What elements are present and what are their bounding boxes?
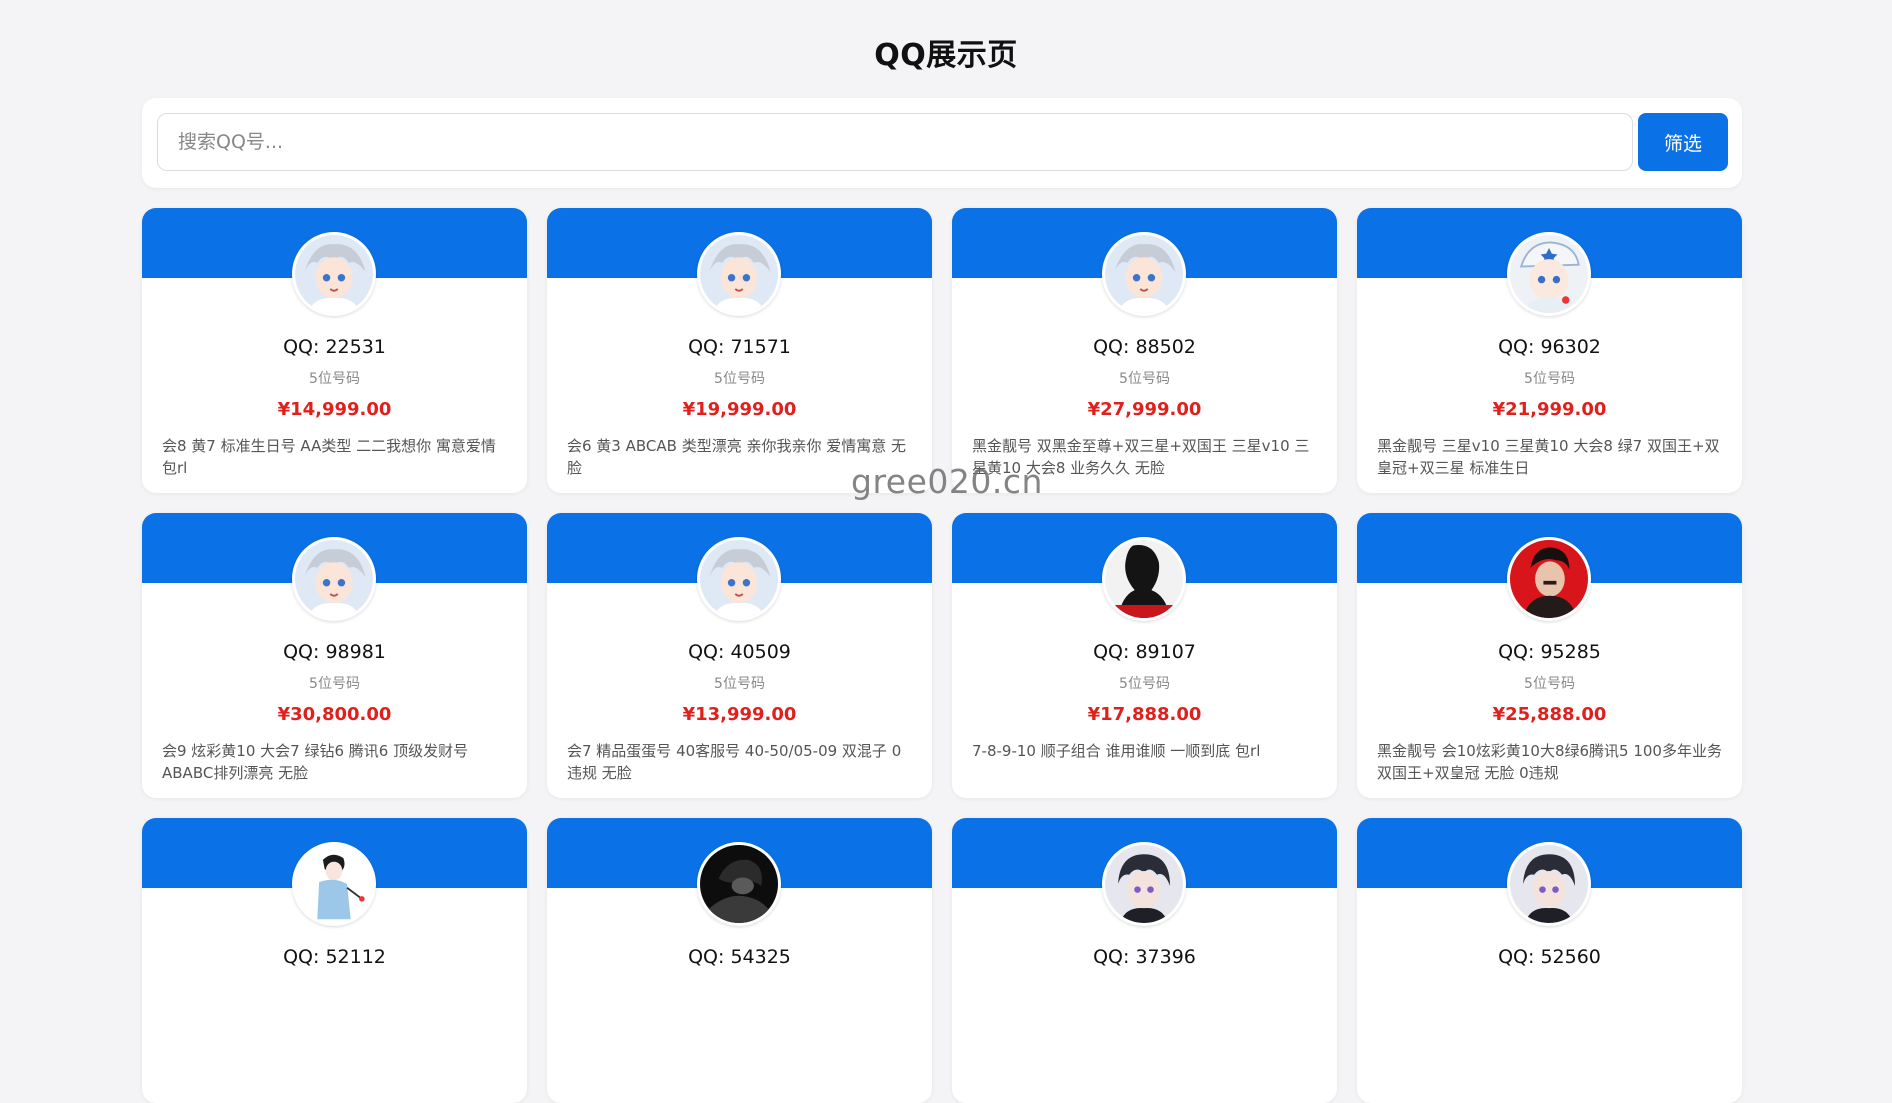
qq-digit-count: 5位号码 xyxy=(1524,676,1575,692)
avatar-anime-silver-boy xyxy=(292,232,376,316)
avatar-anime-silver-boy xyxy=(697,232,781,316)
page-title: QQ展示页 xyxy=(874,38,1018,73)
qq-card[interactable]: QQ: 54325 xyxy=(547,818,932,1103)
qq-price: ¥14,999.00 xyxy=(277,399,392,420)
qq-digit-count: 5位号码 xyxy=(1524,371,1575,387)
qq-price: ¥21,999.00 xyxy=(1492,399,1607,420)
qq-description: 会8 黄7 标准生日号 AA类型 二二我想你 寓意爱情 包rl xyxy=(162,437,496,477)
qq-price: ¥17,888.00 xyxy=(1087,704,1202,725)
avatar-dark-photo xyxy=(697,842,781,926)
qq-digit-count: 5位号码 xyxy=(1119,676,1170,692)
qq-description: 会9 炫彩黄10 大会7 绿钻6 腾讯6 顶级发财号 ABABC排列漂亮 无脸 xyxy=(162,742,469,782)
qq-price: ¥13,999.00 xyxy=(682,704,797,725)
avatar-sketch-boy xyxy=(292,842,376,926)
qq-card[interactable]: QQ: 88502 5位号码 ¥27,999.00 黑金靓号 双黑金至尊+双三星… xyxy=(952,208,1337,493)
qq-number: QQ: 40509 xyxy=(688,641,791,663)
qq-number: QQ: 54325 xyxy=(688,946,791,968)
qq-number: QQ: 96302 xyxy=(1498,336,1601,358)
qq-number: QQ: 95285 xyxy=(1498,641,1601,663)
qq-number: QQ: 98981 xyxy=(283,641,386,663)
qq-number: QQ: 22531 xyxy=(283,336,386,358)
qq-card[interactable]: QQ: 37396 xyxy=(952,818,1337,1103)
search-input[interactable] xyxy=(157,113,1633,171)
qq-card[interactable]: QQ: 98981 5位号码 ¥30,800.00 会9 炫彩黄10 大会7 绿… xyxy=(142,513,527,798)
qq-card[interactable]: QQ: 52560 xyxy=(1357,818,1742,1103)
avatar-red-dark-man xyxy=(1507,537,1591,621)
qq-card[interactable]: QQ: 89107 5位号码 ¥17,888.00 7-8-9-10 顺子组合 … xyxy=(952,513,1337,798)
qq-digit-count: 5位号码 xyxy=(714,676,765,692)
qq-price: ¥30,800.00 xyxy=(277,704,392,725)
watermark: gree020.cn xyxy=(851,462,1043,501)
qq-digit-count: 5位号码 xyxy=(714,371,765,387)
qq-price: ¥27,999.00 xyxy=(1087,399,1202,420)
avatar-anime-silver-boy xyxy=(1102,232,1186,316)
qq-price: ¥25,888.00 xyxy=(1492,704,1607,725)
avatar-anime-silver-boy xyxy=(697,537,781,621)
qq-description: 黑金靓号 会10炫彩黄10大8绿6腾讯5 100多年业务 双国王+双皇冠 无脸 … xyxy=(1377,742,1722,782)
qq-number: QQ: 88502 xyxy=(1093,336,1196,358)
avatar-anime-dark-hair xyxy=(1507,842,1591,926)
avatar-anime-silver-boy xyxy=(292,537,376,621)
qq-number: QQ: 89107 xyxy=(1093,641,1196,663)
qq-card[interactable]: QQ: 95285 5位号码 ¥25,888.00 黑金靓号 会10炫彩黄10大… xyxy=(1357,513,1742,798)
qq-card[interactable]: QQ: 22531 5位号码 ¥14,999.00 会8 黄7 标准生日号 AA… xyxy=(142,208,527,493)
qq-card-grid: QQ: 22531 5位号码 ¥14,999.00 会8 黄7 标准生日号 AA… xyxy=(142,208,1742,1103)
qq-description: 7-8-9-10 顺子组合 谁用谁顺 一顺到底 包rl xyxy=(972,742,1261,760)
qq-description: 黑金靓号 三星v10 三星黄10 大会8 绿7 双国王+双皇冠+双三星 标准生日 xyxy=(1377,437,1720,477)
qq-card[interactable]: QQ: 71571 5位号码 ¥19,999.00 会6 黄3 ABCAB 类型… xyxy=(547,208,932,493)
qq-card[interactable]: QQ: 96302 5位号码 ¥21,999.00 黑金靓号 三星v10 三星黄… xyxy=(1357,208,1742,493)
search-panel: 筛选 xyxy=(142,98,1742,188)
qq-digit-count: 5位号码 xyxy=(309,676,360,692)
avatar-anime-white-hat-boy xyxy=(1507,232,1591,316)
qq-card[interactable]: QQ: 40509 5位号码 ¥13,999.00 会7 精品蛋蛋号 40客服号… xyxy=(547,513,932,798)
qq-description: 会7 精品蛋蛋号 40客服号 40-50/05-09 双混子 0违规 无脸 xyxy=(567,742,902,782)
qq-digit-count: 5位号码 xyxy=(1119,371,1170,387)
filter-button[interactable]: 筛选 xyxy=(1638,113,1728,171)
qq-price: ¥19,999.00 xyxy=(682,399,797,420)
qq-number: QQ: 71571 xyxy=(688,336,791,358)
qq-card[interactable]: QQ: 52112 xyxy=(142,818,527,1103)
avatar-dark-silhouette xyxy=(1102,537,1186,621)
qq-number: QQ: 37396 xyxy=(1093,946,1196,968)
qq-number: QQ: 52112 xyxy=(283,946,386,968)
qq-digit-count: 5位号码 xyxy=(309,371,360,387)
avatar-anime-dark-hair xyxy=(1102,842,1186,926)
qq-number: QQ: 52560 xyxy=(1498,946,1601,968)
